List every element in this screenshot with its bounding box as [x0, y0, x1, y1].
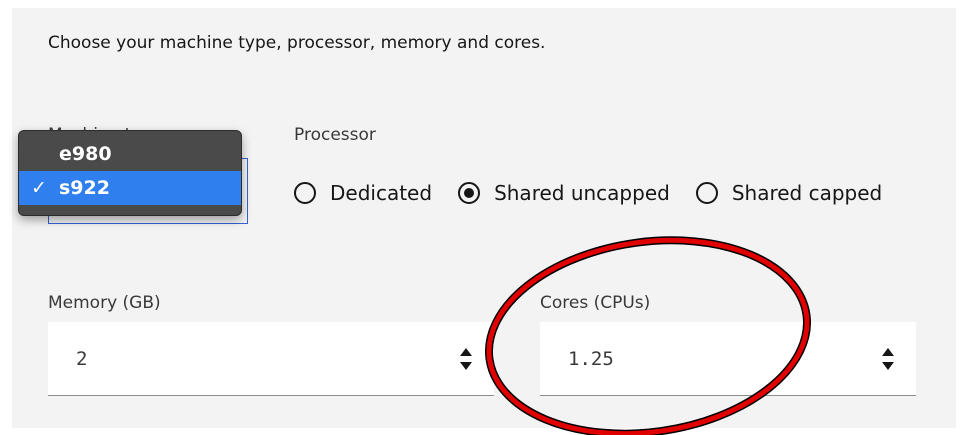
radio-label-shared-uncapped: Shared uncapped	[494, 181, 670, 205]
cores-input[interactable]: 1.25	[540, 322, 916, 396]
processor-label: Processor	[294, 125, 376, 145]
cores-value[interactable]: 1.25	[568, 322, 614, 396]
radio-circle-icon[interactable]	[294, 182, 316, 204]
description-text: Choose your machine type, processor, mem…	[48, 33, 546, 53]
dropdown-option-e980[interactable]: e980	[19, 137, 241, 171]
memory-value[interactable]: 2	[76, 322, 87, 396]
radio-circle-icon[interactable]	[695, 182, 718, 204]
cores-stepper[interactable]	[880, 346, 894, 372]
memory-label: Memory (GB)	[48, 293, 161, 313]
chevron-down-icon[interactable]	[882, 362, 894, 370]
option-label: e980	[59, 143, 112, 165]
radio-dedicated[interactable]: Dedicated	[294, 181, 432, 205]
cores-label: Cores (CPUs)	[540, 293, 651, 313]
memory-input[interactable]: 2	[48, 322, 494, 396]
option-label: s922	[59, 177, 110, 199]
config-panel: Choose your machine type, processor, mem…	[12, 8, 956, 428]
machine-type-dropdown: e980 ✓ s922	[18, 130, 242, 216]
chevron-up-icon[interactable]	[460, 348, 472, 356]
memory-stepper[interactable]	[458, 346, 472, 372]
radio-shared-uncapped[interactable]: Shared uncapped	[458, 181, 670, 205]
radio-selected-icon[interactable]	[458, 182, 481, 204]
chevron-down-icon[interactable]	[460, 362, 472, 370]
dropdown-option-s922[interactable]: ✓ s922	[19, 171, 241, 205]
checkmark-icon: ✓	[31, 177, 47, 199]
chevron-up-icon[interactable]	[882, 348, 894, 356]
radio-label-dedicated: Dedicated	[330, 181, 433, 205]
processor-radio-group: Dedicated Shared uncapped Shared capped	[294, 178, 908, 208]
radio-shared-capped[interactable]: Shared capped	[695, 181, 883, 205]
radio-label-shared-capped: Shared capped	[731, 181, 883, 205]
